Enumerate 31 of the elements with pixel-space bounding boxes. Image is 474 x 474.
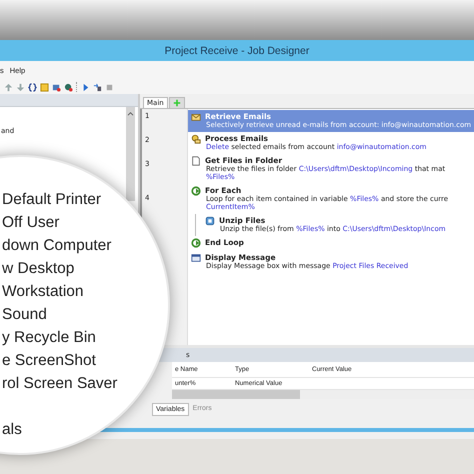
play-icon[interactable] <box>81 82 90 92</box>
action-item[interactable]: als <box>2 418 22 441</box>
stop-icon[interactable] <box>105 82 114 92</box>
archive-icon <box>205 216 215 226</box>
add-tab-button[interactable] <box>168 97 185 108</box>
file-icon <box>191 156 201 166</box>
down-arrow-icon[interactable] <box>16 82 25 92</box>
message-box-icon <box>191 253 201 263</box>
scrollbar[interactable] <box>126 107 135 201</box>
loop-icon <box>191 238 201 248</box>
note-icon[interactable] <box>40 82 49 92</box>
up-arrow-icon[interactable] <box>4 82 13 92</box>
scroll-up-icon[interactable] <box>127 111 134 116</box>
action-item[interactable]: rol Screen Saver <box>2 372 118 395</box>
action-item[interactable]: Off User <box>2 211 60 234</box>
action-item[interactable]: Sound <box>2 303 47 326</box>
action-item[interactable]: Workstation <box>2 280 84 303</box>
window-stop-icon[interactable] <box>52 82 61 92</box>
window-title: Project Receive - Job Designer <box>164 44 310 56</box>
plus-icon <box>172 99 181 107</box>
envelope-icon <box>191 112 201 122</box>
step-icon[interactable] <box>93 82 102 92</box>
scrollbar[interactable] <box>172 390 474 399</box>
action-item[interactable]: e ScreenShot <box>2 349 96 372</box>
action-item[interactable]: Default Printer <box>2 188 102 211</box>
globe-stop-icon[interactable] <box>64 82 73 92</box>
action-item[interactable]: y Recycle Bin <box>2 326 96 349</box>
loop-icon <box>191 186 201 196</box>
action-item[interactable]: w Desktop <box>2 257 74 280</box>
braces-icon[interactable] <box>28 82 37 92</box>
action-item[interactable]: down Computer <box>2 234 112 257</box>
